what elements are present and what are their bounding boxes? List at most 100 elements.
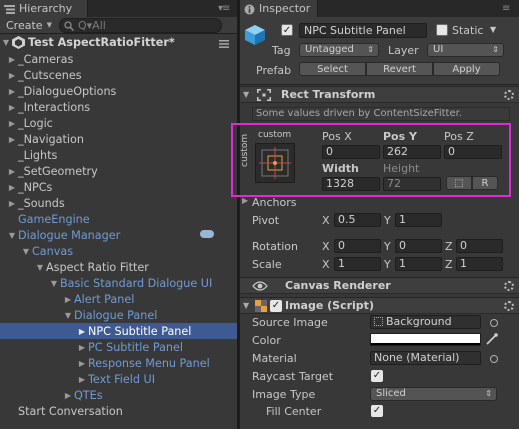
hierarchy-item[interactable]: ▶ _Cutscenes [0,67,237,83]
material-field[interactable]: None (Material) [370,351,481,365]
object-name-input[interactable]: NPC Subtitle Panel [299,23,427,38]
hierarchy-item[interactable]: ▶ PC Subtitle Panel [0,339,237,355]
static-dropdown-icon[interactable]: ▼ [490,25,496,34]
hierarchy-item[interactable]: Start Conversation [0,403,237,419]
rotation-x-field[interactable]: 0 [334,239,381,253]
hierarchy-item[interactable]: ▶ _Navigation [0,131,237,147]
hierarchy-item-label: _DialogueOptions [18,84,117,98]
inspector-tab[interactable]: Inspector [240,0,318,17]
collapsed-arrow-icon[interactable]: ▶ [62,295,74,304]
pivot-y-axis: Y [384,214,391,227]
object-picker-icon[interactable] [490,319,498,327]
source-image-field[interactable]: Background [370,315,481,329]
scale-z-axis: Z [445,258,453,271]
hierarchy-item[interactable]: ▼ Aspect Ratio Fitter [0,259,237,275]
collapsed-arrow-icon[interactable]: ▶ [76,343,88,352]
anchors-label[interactable]: Anchors [252,196,297,209]
scale-z-field[interactable]: 1 [456,257,503,271]
collapsed-arrow-icon[interactable]: ▶ [6,103,18,112]
create-button[interactable]: Create ▼ [6,18,52,32]
hierarchy-item[interactable]: ▶ _DialogueOptions [0,83,237,99]
highlight-annotation-box [231,123,511,197]
collapsed-arrow-icon[interactable]: ▶ [6,199,18,208]
active-checkbox[interactable]: ✓ [281,24,293,36]
raycast-target-checkbox[interactable]: ✓ [371,370,383,382]
hierarchy-item[interactable]: ▶ QTEs [0,387,237,403]
collapsed-arrow-icon[interactable]: ▶ [6,135,18,144]
hierarchy-item[interactable]: ▶ _SetGeometry [0,163,237,179]
hierarchy-item[interactable]: ▶ _Interactions [0,99,237,115]
static-checkbox[interactable] [436,24,448,36]
hierarchy-list-icon [4,4,15,14]
search-input[interactable]: Q▾All [59,18,222,33]
fold-arrow-icon[interactable]: ▶ [242,196,248,205]
panel-menu-icon[interactable]: ≡ [502,3,510,14]
scale-x-field[interactable]: 1 [334,257,381,271]
image-type-value: Sliced [376,388,406,399]
hierarchy-item[interactable]: ▶ NPC Subtitle Panel [0,323,237,339]
hierarchy-item[interactable]: ▶ _Cameras [0,51,237,67]
scale-y-field[interactable]: 1 [395,257,442,271]
canvas-renderer-header[interactable]: Canvas Renderer [240,277,519,294]
pivot-y-field[interactable]: 1 [395,213,442,227]
scale-y-axis: Y [384,258,391,271]
expand-arrow-icon[interactable]: ▼ [0,38,12,47]
scene-menu-icon[interactable] [219,38,229,51]
collapsed-arrow-icon[interactable]: ▶ [62,391,74,400]
fold-arrow-icon[interactable]: ▼ [243,90,253,99]
hierarchy-item[interactable]: ▼ Dialogue Panel [0,307,237,323]
panel-menu-icon[interactable]: ▾≡ [218,3,230,14]
image-script-header[interactable]: ▼ ✓ Image (Script) [240,297,519,314]
collapsed-arrow-icon[interactable]: ▶ [6,87,18,96]
search-placeholder: Q▾All [78,19,106,32]
rotation-z-field[interactable]: 0 [456,239,503,253]
prefab-revert-button[interactable]: Revert [366,62,433,76]
scene-header[interactable]: ▼ Test AspectRatioFitter* [0,34,237,51]
hierarchy-item[interactable]: ▼ Dialogue Manager [0,227,237,243]
object-picker-icon[interactable] [490,355,498,363]
fold-arrow-icon[interactable]: ▼ [243,301,253,310]
hierarchy-item[interactable]: _Lights [0,147,237,163]
collapsed-arrow-icon[interactable]: ▶ [76,327,88,336]
collapsed-arrow-icon[interactable]: ▶ [76,375,88,384]
gear-icon[interactable] [504,90,514,100]
collapsed-arrow-icon[interactable]: ▶ [6,183,18,192]
hierarchy-tab[interactable]: Hierarchy [0,0,88,17]
hierarchy-item-label: Response Menu Panel [88,356,210,370]
collapsed-arrow-icon[interactable]: ▶ [6,55,18,64]
tag-dropdown[interactable]: Untagged ⇕ [299,43,379,57]
source-image-value: Background [386,315,452,328]
pivot-x-field[interactable]: 0.5 [334,213,381,227]
gear-icon[interactable] [504,281,514,291]
collapsed-arrow-icon[interactable]: ▶ [6,71,18,80]
hierarchy-item[interactable]: ▼ Canvas [0,243,237,259]
hierarchy-item[interactable]: ▶ _Sounds [0,195,237,211]
hierarchy-item[interactable]: ▶ Text Field UI [0,371,237,387]
expanded-arrow-icon[interactable]: ▼ [34,263,46,272]
hierarchy-item[interactable]: ▶ Response Menu Panel [0,355,237,371]
eyedropper-icon[interactable] [486,333,498,348]
expanded-arrow-icon[interactable]: ▼ [6,231,18,240]
hierarchy-item[interactable]: ▶ Alert Panel [0,291,237,307]
hierarchy-item[interactable]: ▶ _Logic [0,115,237,131]
prefab-select-button[interactable]: Select [299,62,366,76]
hierarchy-item[interactable]: ▶ _NPCs [0,179,237,195]
hierarchy-tree: ▼ Test AspectRatioFitter* ▶ _Cameras ▶ _Cut… [0,34,237,419]
image-type-dropdown[interactable]: Sliced ⇕ [370,387,497,401]
expanded-arrow-icon[interactable]: ▼ [20,247,32,256]
collapsed-arrow-icon[interactable]: ▶ [6,119,18,128]
prefab-apply-button[interactable]: Apply [433,62,500,76]
gear-icon[interactable] [504,301,514,311]
layer-dropdown[interactable]: UI ⇕ [427,43,504,57]
hierarchy-item[interactable]: ▼ Basic Standard Dialogue UI [0,275,237,291]
hierarchy-item[interactable]: GameEngine [0,211,237,227]
expanded-arrow-icon[interactable]: ▼ [48,279,60,288]
rotation-y-field[interactable]: 0 [395,239,442,253]
fill-center-checkbox[interactable]: ✓ [371,405,383,417]
image-enabled-checkbox[interactable]: ✓ [270,299,282,312]
collapsed-arrow-icon[interactable]: ▶ [6,167,18,176]
expanded-arrow-icon[interactable]: ▼ [62,311,74,320]
rect-transform-header[interactable]: ▼ Rect Transform [240,86,519,103]
collapsed-arrow-icon[interactable]: ▶ [76,359,88,368]
color-swatch[interactable] [370,333,481,346]
